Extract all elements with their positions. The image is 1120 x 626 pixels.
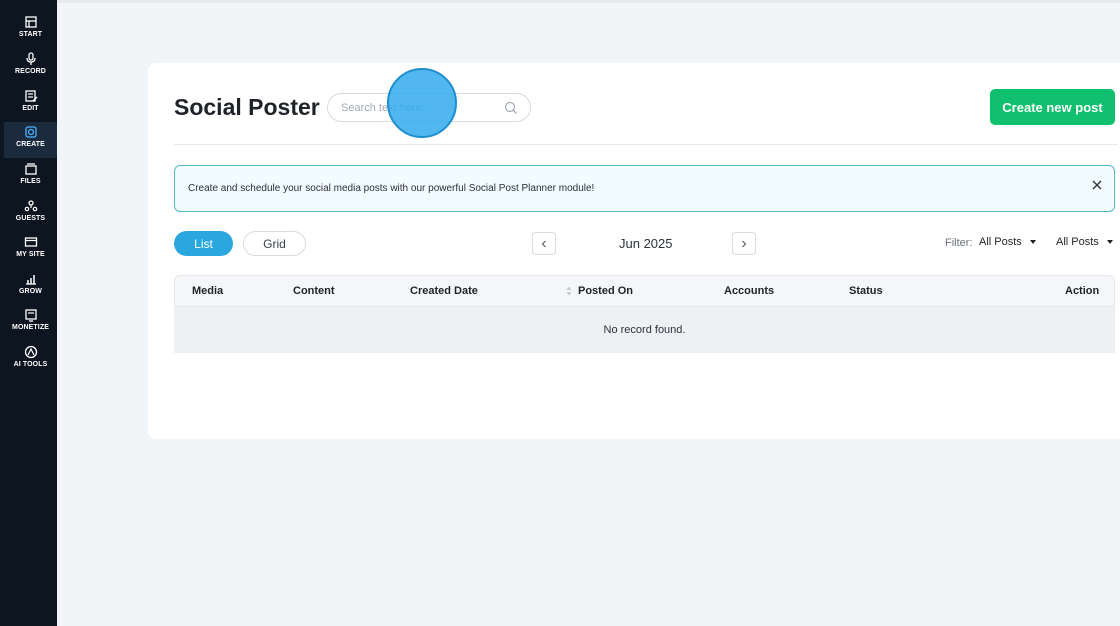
- column-header-posted-on[interactable]: Posted On: [578, 285, 633, 297]
- sort-icon[interactable]: [566, 285, 572, 297]
- social-poster-card: Social Poster Create new post Create and…: [148, 63, 1120, 439]
- filter-dropdown-posts[interactable]: All Posts: [979, 236, 1036, 248]
- sidebar-item-create[interactable]: CREATE: [4, 122, 57, 158]
- sidebar-item-label: FILES: [20, 178, 41, 185]
- sidebar-item-monetize[interactable]: MONETIZE: [4, 305, 57, 341]
- sidebar-item-label: MONETIZE: [12, 324, 49, 331]
- grid-view-toggle[interactable]: Grid: [243, 231, 306, 256]
- chevron-right-icon: [742, 240, 747, 247]
- header-divider: [174, 144, 1118, 145]
- column-header-accounts[interactable]: Accounts: [724, 285, 774, 297]
- sidebar-item-label: EDIT: [22, 105, 39, 112]
- column-header-status[interactable]: Status: [849, 285, 883, 297]
- files-icon: [24, 163, 37, 175]
- start-icon: [24, 16, 37, 28]
- table-header: Media Content Created Date Posted On Acc…: [174, 275, 1115, 307]
- create-icon: [24, 126, 37, 138]
- sidebar-item-edit[interactable]: EDIT: [4, 86, 57, 122]
- chevron-left-icon: [541, 240, 546, 247]
- column-header-content[interactable]: Content: [293, 285, 335, 297]
- sidebar-item-grow[interactable]: GROW: [4, 269, 57, 305]
- sidebar-item-record[interactable]: RECORD: [4, 49, 57, 85]
- filter-label: Filter:: [945, 237, 973, 249]
- sidebar-item-label: RECORD: [15, 68, 46, 75]
- column-header-action[interactable]: Action: [1065, 285, 1099, 297]
- filter-dropdown-secondary[interactable]: All Posts: [1056, 236, 1113, 248]
- sidebar-item-label: MY SITE: [16, 251, 45, 258]
- column-header-created-date[interactable]: Created Date: [410, 285, 478, 297]
- search-icon[interactable]: [504, 101, 518, 115]
- sidebar-item-files[interactable]: FILES: [4, 159, 57, 195]
- sidebar-item-label: START: [18, 31, 43, 38]
- list-view-toggle[interactable]: List: [174, 231, 233, 256]
- sidebar-item-start[interactable]: START: [4, 12, 57, 48]
- caret-down-icon: [1106, 240, 1113, 244]
- sidebar-item-label: GUESTS: [15, 215, 46, 222]
- site-icon: [24, 237, 37, 247]
- column-header-media[interactable]: Media: [192, 285, 223, 297]
- sidebar-item-guests[interactable]: GUESTS: [4, 196, 57, 232]
- filter-dropdown-value: All Posts: [979, 236, 1022, 248]
- sidebar-item-ai-tools[interactable]: AI TOOLS: [4, 342, 57, 378]
- sidebar-item-label: AI TOOLS: [13, 361, 48, 368]
- click-indicator: [387, 68, 457, 138]
- page-title: Social Poster: [174, 94, 320, 120]
- monetize-icon: [24, 309, 37, 322]
- sidebar-item-my-site[interactable]: MY SITE: [4, 232, 57, 268]
- table-body: No record found.: [174, 307, 1115, 353]
- caret-down-icon: [1029, 240, 1036, 244]
- sidebar: START RECORD EDIT CREATE FILES GUESTS MY…: [0, 0, 57, 626]
- create-new-post-button[interactable]: Create new post: [990, 89, 1115, 125]
- current-month-label: Jun 2025: [619, 236, 673, 251]
- sidebar-item-label: GROW: [19, 288, 42, 295]
- ai-icon: [24, 345, 37, 359]
- top-border: [57, 0, 1120, 3]
- chart-icon: [25, 275, 36, 285]
- guests-icon: [24, 200, 37, 212]
- edit-icon: [24, 90, 37, 102]
- info-banner-text: Create and schedule your social media po…: [188, 183, 595, 194]
- empty-state-message: No record found.: [603, 324, 686, 336]
- next-month-button[interactable]: [732, 232, 756, 255]
- previous-month-button[interactable]: [532, 232, 556, 255]
- microphone-icon: [25, 52, 36, 65]
- sidebar-item-label: CREATE: [16, 141, 45, 148]
- filter-dropdown-value: All Posts: [1056, 236, 1099, 248]
- info-banner: Create and schedule your social media po…: [174, 165, 1115, 212]
- close-icon[interactable]: [1091, 179, 1103, 191]
